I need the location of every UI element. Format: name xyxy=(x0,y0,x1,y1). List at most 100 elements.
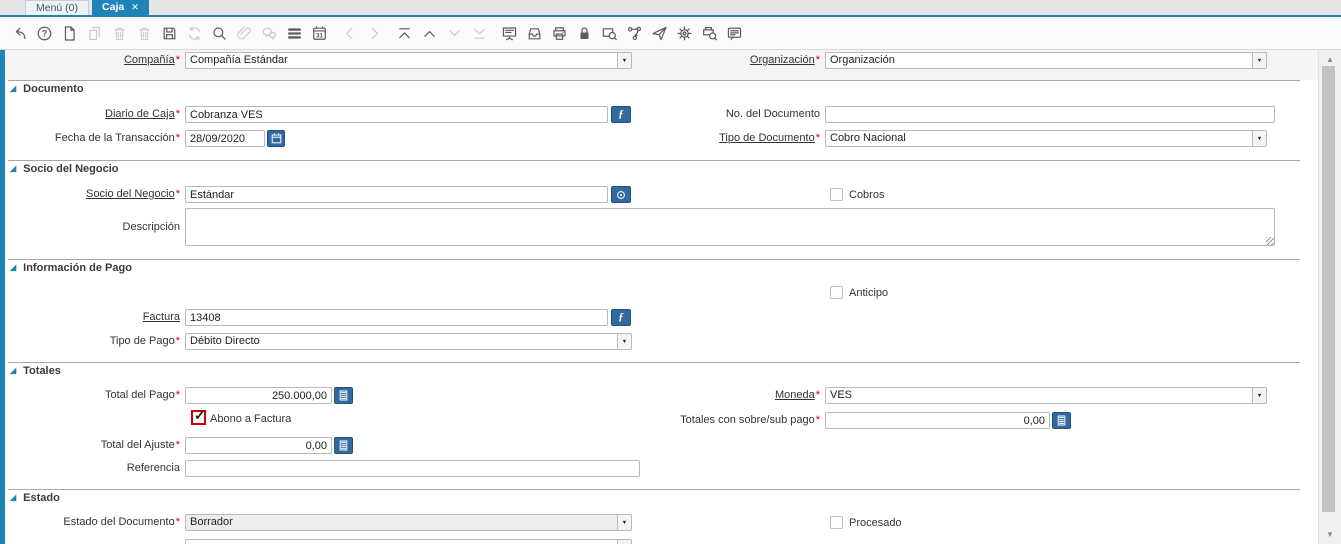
total-ajuste-calculator-button[interactable] xyxy=(334,437,353,454)
fecha-transaccion-label: Fecha de la Transacción xyxy=(8,132,180,144)
descripcion-textarea[interactable] xyxy=(185,208,1275,246)
socio-negocio-field[interactable] xyxy=(185,186,608,203)
factura-label[interactable]: Factura xyxy=(8,311,180,323)
organizacion-select[interactable]: Organización ▼ xyxy=(825,52,1267,69)
separator xyxy=(8,160,1300,161)
save-icon[interactable] xyxy=(157,22,182,44)
chat-icon[interactable] xyxy=(257,22,282,44)
total-pago-calculator-button[interactable] xyxy=(334,387,353,404)
attachment-icon[interactable] xyxy=(232,22,257,44)
procesado-checkbox[interactable] xyxy=(830,516,843,529)
section-estado[interactable]: ◢ Estado xyxy=(10,492,60,504)
first-record-icon[interactable] xyxy=(392,22,417,44)
section-pago-title: Información de Pago xyxy=(23,262,132,274)
section-pago[interactable]: ◢ Información de Pago xyxy=(10,262,132,274)
factura-field[interactable] xyxy=(185,309,608,326)
separator xyxy=(8,489,1300,490)
last-record-icon[interactable] xyxy=(467,22,492,44)
report-icon[interactable] xyxy=(497,22,522,44)
copy-record-icon[interactable] xyxy=(82,22,107,44)
previous-record-icon[interactable] xyxy=(417,22,442,44)
factura-lookup-button[interactable]: ƒ xyxy=(611,309,631,326)
lock-icon[interactable] xyxy=(572,22,597,44)
compania-value: Compañía Estándar xyxy=(185,52,618,69)
diario-caja-label[interactable]: Diario de Caja xyxy=(8,108,180,120)
total-ajuste-field[interactable] xyxy=(185,437,332,454)
estado-documento-select[interactable]: Borrador ▼ xyxy=(185,514,632,531)
next-record-icon[interactable] xyxy=(442,22,467,44)
delete-record-icon[interactable] xyxy=(107,22,132,44)
sobre-sub-pago-calculator-button[interactable] xyxy=(1052,412,1071,429)
abono-factura-checkbox[interactable] xyxy=(191,408,206,425)
scrollbar-thumb[interactable] xyxy=(1322,66,1335,512)
tipo-documento-select[interactable]: Cobro Nacional ▼ xyxy=(825,130,1267,147)
undo-icon[interactable] xyxy=(7,22,32,44)
close-icon[interactable]: ✕ xyxy=(131,2,139,12)
zoom-across-icon[interactable] xyxy=(597,22,622,44)
requery-icon[interactable] xyxy=(182,22,207,44)
workflow-icon[interactable] xyxy=(622,22,647,44)
find-icon[interactable] xyxy=(207,22,232,44)
scroll-up-icon[interactable]: ▲ xyxy=(1319,52,1341,66)
chevron-down-icon[interactable]: ▼ xyxy=(617,514,632,531)
collapse-icon[interactable]: ◢ xyxy=(10,264,16,272)
moneda-label[interactable]: Moneda xyxy=(640,389,820,401)
diario-caja-lookup-button[interactable]: ƒ xyxy=(611,106,631,123)
compania-select[interactable]: Compañía Estándar ▼ xyxy=(185,52,632,69)
fecha-calendar-button[interactable] xyxy=(267,130,285,147)
collapse-icon[interactable]: ◢ xyxy=(10,494,16,502)
detail-record-icon[interactable] xyxy=(362,22,387,44)
chat-window-icon[interactable] xyxy=(722,22,747,44)
toggle-grid-icon[interactable] xyxy=(282,22,307,44)
chevron-down-icon[interactable]: ▼ xyxy=(1252,387,1267,404)
organizacion-value: Organización xyxy=(825,52,1253,69)
sobre-sub-pago-field[interactable] xyxy=(825,412,1050,429)
business-partner-icon xyxy=(617,190,625,199)
tipo-pago-select[interactable]: Débito Directo ▼ xyxy=(185,333,632,350)
delete-selection-icon[interactable] xyxy=(132,22,157,44)
chevron-down-icon[interactable]: ▼ xyxy=(1252,52,1267,69)
organizacion-label[interactable]: Organización xyxy=(640,54,820,66)
tab-caja[interactable]: Caja ✕ xyxy=(92,0,149,15)
moneda-select[interactable]: VES ▼ xyxy=(825,387,1267,404)
section-socio-title: Socio del Negocio xyxy=(23,163,119,175)
referencia-field[interactable] xyxy=(185,460,640,477)
chevron-down-icon[interactable]: ▼ xyxy=(617,333,632,350)
calendar-icon[interactable]: 31 xyxy=(307,22,332,44)
compania-label[interactable]: Compañía xyxy=(8,54,180,66)
new-record-icon[interactable] xyxy=(57,22,82,44)
collapse-icon[interactable]: ◢ xyxy=(10,165,16,173)
print-icon[interactable] xyxy=(547,22,572,44)
tab-bar: Menú (0) Caja ✕ xyxy=(0,0,1341,17)
app-window: Menú (0) Caja ✕ ? 31 Compañía Compañía Es… xyxy=(0,0,1341,544)
resize-handle[interactable] xyxy=(1266,237,1274,245)
socio-negocio-label[interactable]: Socio del Negocio xyxy=(8,188,180,200)
scroll-down-icon[interactable]: ▼ xyxy=(1319,527,1341,541)
section-totales[interactable]: ◢ Totales xyxy=(10,365,61,377)
vertical-scrollbar[interactable]: ▲ ▼ xyxy=(1318,50,1341,544)
tab-menu[interactable]: Menú (0) xyxy=(25,0,90,15)
diario-caja-field[interactable] xyxy=(185,106,608,123)
collapse-icon[interactable]: ◢ xyxy=(10,367,16,375)
request-icon[interactable] xyxy=(647,22,672,44)
tipo-documento-label[interactable]: Tipo de Documento xyxy=(640,132,820,144)
no-documento-field[interactable] xyxy=(825,106,1275,123)
print-preview-icon[interactable] xyxy=(697,22,722,44)
anticipo-checkbox[interactable] xyxy=(830,286,843,299)
chevron-down-icon[interactable]: ▼ xyxy=(1252,130,1267,147)
collapse-icon[interactable]: ◢ xyxy=(10,85,16,93)
parent-record-icon[interactable] xyxy=(337,22,362,44)
preference-icon[interactable] xyxy=(672,22,697,44)
total-pago-field[interactable] xyxy=(185,387,332,404)
chevron-down-icon[interactable]: ▼ xyxy=(617,52,632,69)
help-icon[interactable]: ? xyxy=(32,22,57,44)
cobros-checkbox[interactable] xyxy=(830,188,843,201)
socio-negocio-lookup-button[interactable] xyxy=(611,186,631,203)
section-documento[interactable]: ◢ Documento xyxy=(10,83,84,95)
chevron-down-icon[interactable]: ▼ xyxy=(617,539,632,544)
archive-icon[interactable] xyxy=(522,22,547,44)
tipo-documento-value: Cobro Nacional xyxy=(825,130,1253,147)
section-socio[interactable]: ◢ Socio del Negocio xyxy=(10,163,119,175)
partial-field[interactable]: ▼ xyxy=(185,539,632,544)
fecha-transaccion-field[interactable] xyxy=(185,130,265,147)
